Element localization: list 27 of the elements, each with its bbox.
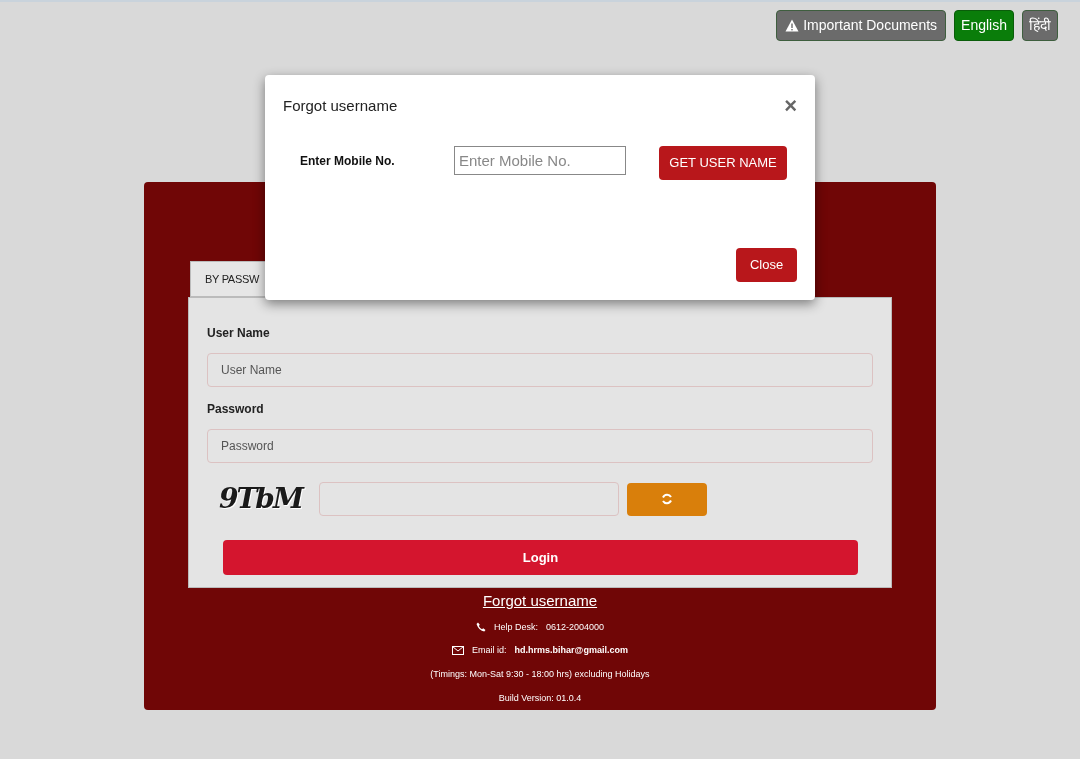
captcha-image: 9TbM	[219, 481, 305, 517]
email-address: hd.hrms.bihar@gmail.com	[514, 644, 628, 657]
mail-icon	[452, 646, 465, 656]
timings-text: (Timings: Mon-Sat 9:30 - 18:00 hrs) excluding Holidays	[430, 667, 650, 681]
language-button[interactable]: English	[954, 10, 1014, 41]
language-button[interactable]: हिंदी	[1022, 10, 1058, 41]
get-username-button[interactable]: GET USER NAME	[659, 145, 787, 180]
help-desk-number: 0612-2004000	[545, 620, 605, 634]
refresh-button[interactable]	[627, 482, 707, 516]
documents-button[interactable]: Important Documents	[776, 10, 947, 41]
field-label: User Name	[207, 325, 271, 342]
mobile-field[interactable]: Enter Mobile No.	[454, 145, 626, 175]
text-field[interactable]: Password	[207, 429, 873, 463]
email-label: Email id:	[472, 644, 507, 657]
phone-icon	[475, 622, 486, 633]
mobile-label: Enter Mobile No.	[300, 152, 396, 170]
refresh-icon	[661, 493, 673, 505]
captcha-field[interactable]	[319, 482, 619, 516]
dialog-title: Forgot username	[283, 96, 398, 116]
build-version: Build Version: 01.0.4	[498, 692, 582, 705]
warning-icon	[785, 19, 800, 32]
close-button[interactable]: Close	[736, 248, 797, 282]
help-desk-label: Help Desk:	[493, 620, 538, 634]
text-field[interactable]: User Name	[207, 353, 873, 387]
forgot-username-link[interactable]: Forgot username	[482, 590, 598, 613]
field-label: Password	[207, 401, 265, 418]
login-button[interactable]: Login	[223, 540, 858, 575]
